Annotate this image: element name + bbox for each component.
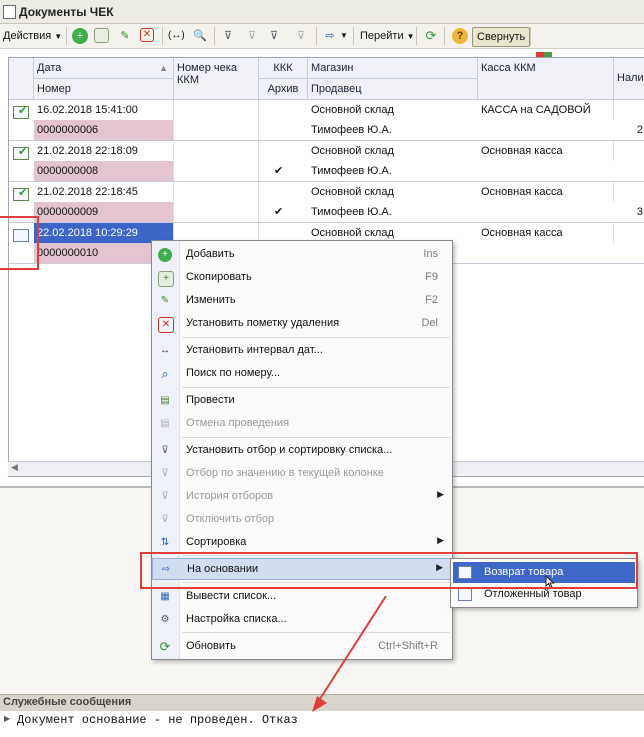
annotation-arrow [312, 595, 387, 712]
